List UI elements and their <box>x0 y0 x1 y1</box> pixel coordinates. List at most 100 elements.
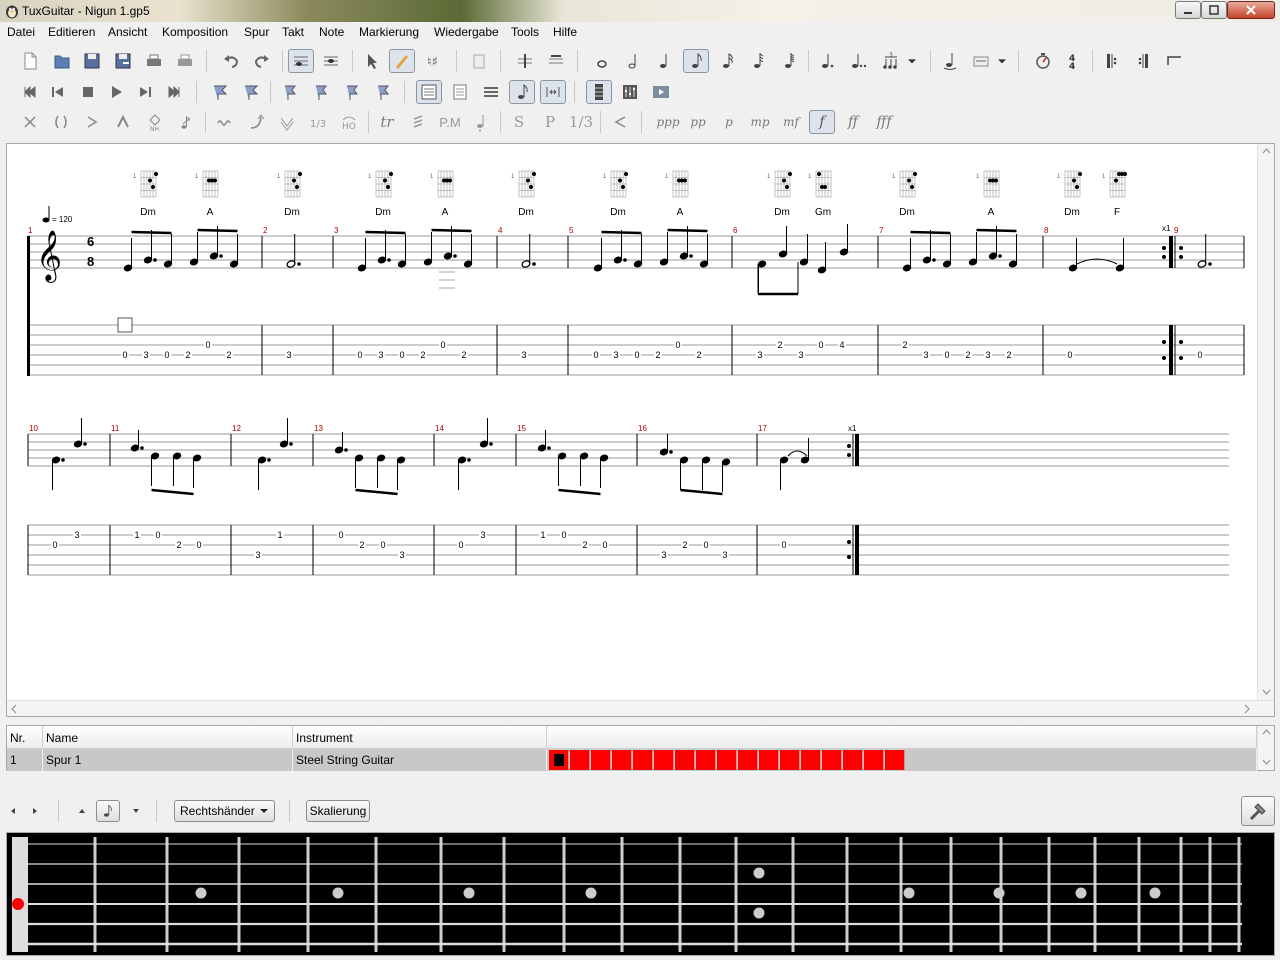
note[interactable] <box>599 454 609 488</box>
tab-number[interactable]: 2 <box>420 350 425 360</box>
measure-block[interactable] <box>654 750 674 770</box>
division-type-button[interactable] <box>968 49 994 73</box>
measure-block[interactable] <box>570 750 590 770</box>
measure-block[interactable] <box>717 750 737 770</box>
repeat-open-button[interactable] <box>1099 49 1125 73</box>
tab-number[interactable]: 1 <box>540 530 545 540</box>
measure-block[interactable] <box>633 750 653 770</box>
chord-diagram[interactable]: 1 Dm <box>133 170 158 218</box>
tab-number[interactable]: 3 <box>985 350 990 360</box>
next-marker-button[interactable] <box>338 80 364 104</box>
heavy-accent-button[interactable] <box>110 110 136 134</box>
fretboard[interactable] <box>6 832 1275 956</box>
column-header-nr[interactable]: Nr. <box>7 726 43 749</box>
redo-button[interactable] <box>249 49 275 73</box>
tab-number[interactable]: 3 <box>143 350 148 360</box>
tab-number[interactable]: 2 <box>965 350 970 360</box>
chord-diagram[interactable]: 1A <box>665 170 689 218</box>
measure-block[interactable] <box>822 750 842 770</box>
tie-note-button[interactable] <box>937 49 963 73</box>
tab-number[interactable]: 0 <box>944 350 949 360</box>
score-vertical-scrollbar[interactable] <box>1257 144 1274 716</box>
tab-number[interactable]: 3 <box>923 350 928 360</box>
note[interactable] <box>457 456 467 490</box>
note[interactable] <box>334 432 344 454</box>
tab-number[interactable]: 2 <box>359 540 364 550</box>
tab-number[interactable]: 3 <box>722 550 727 560</box>
fade-in-button[interactable] <box>607 110 633 134</box>
print-button[interactable] <box>141 49 167 73</box>
mixer-button[interactable] <box>617 80 643 104</box>
note[interactable] <box>1197 234 1207 268</box>
next-scale-button[interactable] <box>28 800 42 822</box>
tab-number[interactable]: 2 <box>226 350 231 360</box>
note[interactable] <box>397 234 407 268</box>
note[interactable] <box>1068 238 1078 272</box>
scale-button[interactable]: Skalierung <box>306 800 370 822</box>
tab-number[interactable]: 0 <box>1197 350 1202 360</box>
measure-block[interactable] <box>675 750 695 770</box>
note[interactable] <box>633 234 643 268</box>
note-duration-button[interactable] <box>96 800 120 822</box>
dynamic-fff-button[interactable]: fff <box>871 110 897 134</box>
menu-datei[interactable]: Datei <box>7 25 35 39</box>
note[interactable] <box>396 456 406 490</box>
menu-markierung[interactable]: Markierung <box>359 25 419 39</box>
note[interactable] <box>73 418 83 448</box>
whole-note-button[interactable] <box>589 49 615 73</box>
tab-number[interactable]: 2 <box>1006 350 1011 360</box>
dotted-note-button[interactable] <box>814 49 840 73</box>
last-marker-button[interactable] <box>369 80 395 104</box>
chord-diagram[interactable]: 1 Dm <box>603 170 628 218</box>
note[interactable] <box>942 234 952 268</box>
tab-number[interactable]: 2 <box>461 350 466 360</box>
menu-hilfe[interactable]: Hilfe <box>553 25 577 39</box>
chord-diagram[interactable]: 1 Dm <box>511 170 536 218</box>
tab-number[interactable]: 0 <box>357 350 362 360</box>
tab-number[interactable]: 1 <box>134 530 139 540</box>
note[interactable] <box>537 430 547 452</box>
thirty-second-note-button[interactable] <box>745 49 771 73</box>
first-measure-button[interactable] <box>17 80 43 104</box>
tab-number[interactable]: 0 <box>781 540 786 550</box>
tab-number[interactable]: 2 <box>696 350 701 360</box>
chord-diagram[interactable]: 1 Dm <box>892 170 917 218</box>
tab-number[interactable]: 0 <box>634 350 639 360</box>
note[interactable] <box>479 418 489 448</box>
note[interactable] <box>659 434 669 456</box>
maximize-button[interactable] <box>1201 1 1227 19</box>
fretboard-button[interactable] <box>586 80 612 104</box>
last-measure-button[interactable] <box>161 80 187 104</box>
note[interactable] <box>357 238 367 272</box>
menu-komposition[interactable]: Komposition <box>162 25 228 39</box>
save-button[interactable] <box>79 49 105 73</box>
remove-measure-button[interactable] <box>543 49 569 73</box>
tab-number[interactable]: 0 <box>164 350 169 360</box>
note[interactable] <box>839 224 849 256</box>
menu-note[interactable]: Note <box>319 25 344 39</box>
dynamic-p-button[interactable]: p <box>716 110 742 134</box>
tab-number[interactable]: 4 <box>839 340 844 350</box>
tremolo-picking-button[interactable] <box>405 110 431 134</box>
note[interactable] <box>778 226 788 258</box>
measure-block[interactable] <box>738 750 758 770</box>
dynamic-ppp-button[interactable]: ppp <box>655 110 681 134</box>
chord-diagram[interactable]: 1 Dm <box>368 170 393 218</box>
note[interactable] <box>1115 238 1125 272</box>
tab-number[interactable]: 0 <box>196 540 201 550</box>
note[interactable] <box>286 234 296 268</box>
note[interactable] <box>557 452 567 486</box>
note[interactable] <box>679 456 689 490</box>
tab-number[interactable]: 0 <box>593 350 598 360</box>
tab-number[interactable]: 0 <box>1067 350 1072 360</box>
tab-number[interactable]: 2 <box>655 350 660 360</box>
tab-number[interactable]: 3 <box>480 530 485 540</box>
play-button[interactable] <box>103 80 129 104</box>
chord-diagram[interactable]: 1 Gm <box>808 170 832 218</box>
note[interactable] <box>659 232 669 266</box>
tab-number[interactable]: 3 <box>613 350 618 360</box>
column-header-name[interactable]: Name <box>43 726 293 749</box>
palm-mute-button[interactable]: P.M <box>437 110 463 134</box>
note[interactable] <box>721 458 731 492</box>
previous-measure-button[interactable] <box>45 80 71 104</box>
